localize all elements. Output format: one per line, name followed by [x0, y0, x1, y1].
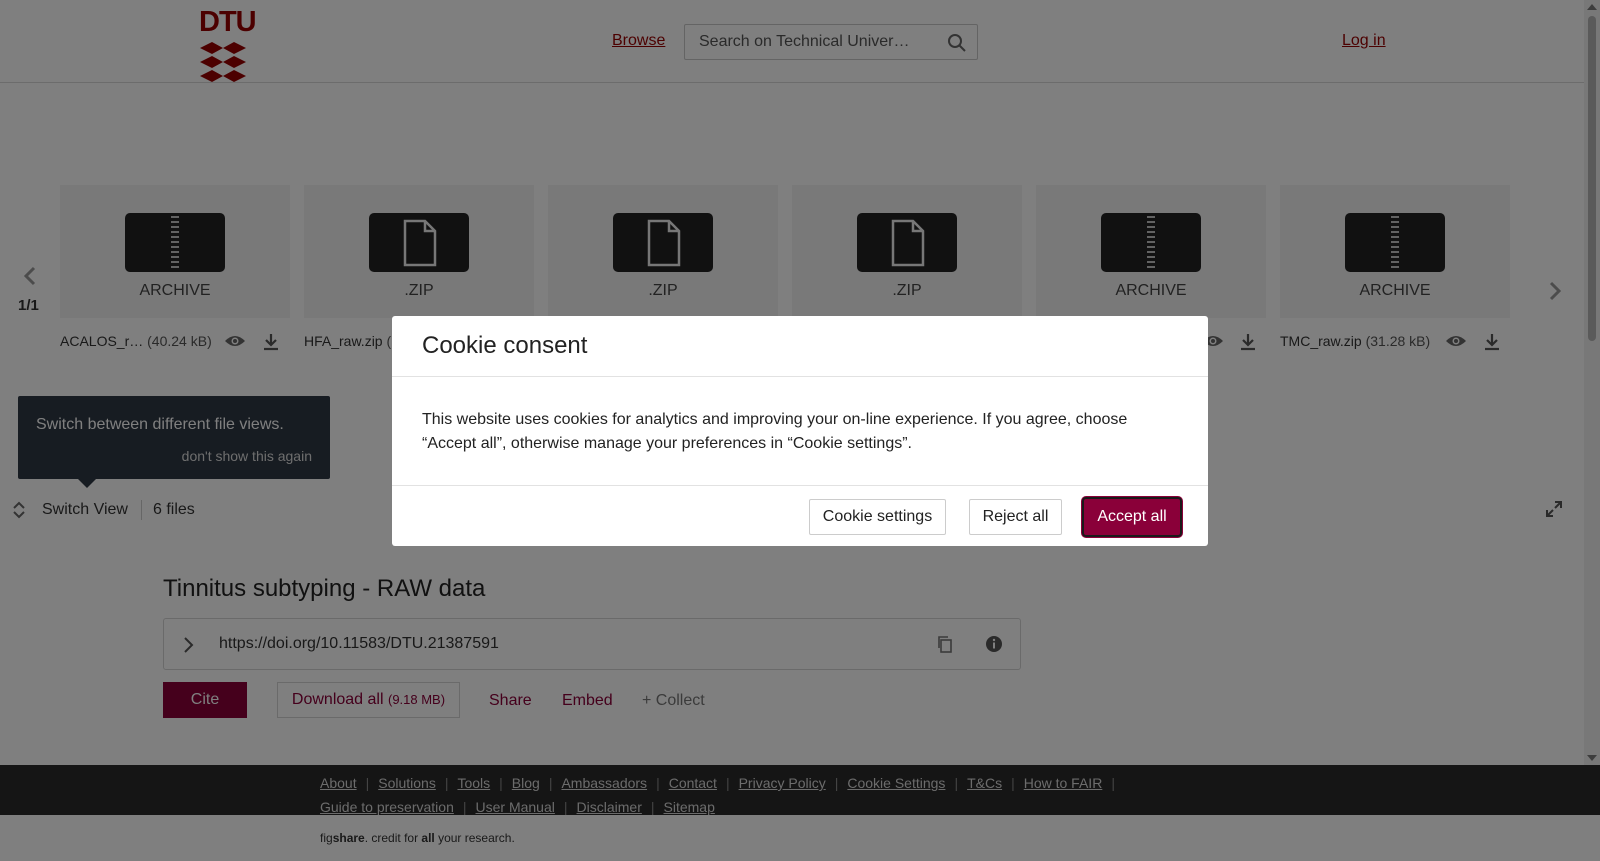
reject-all-button[interactable]: Reject all [969, 499, 1062, 535]
accept-all-button[interactable]: Accept all [1082, 497, 1182, 537]
cookie-consent-dialog: Cookie consent This website uses cookies… [392, 316, 1208, 546]
modal-body: This website uses cookies for analytics … [422, 411, 1128, 452]
cookie-settings-button[interactable]: Cookie settings [809, 499, 946, 535]
divider [392, 485, 1208, 486]
divider [392, 376, 1208, 377]
modal-title: Cookie consent [422, 332, 588, 359]
